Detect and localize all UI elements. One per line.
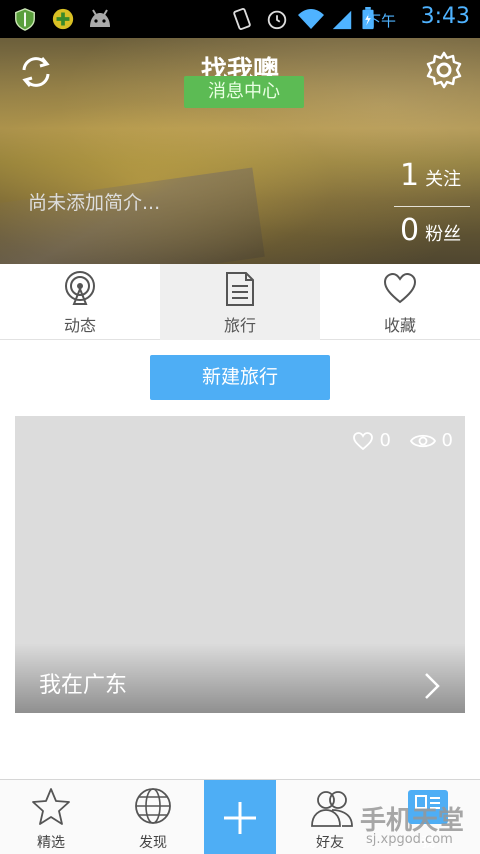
- signal-icon: [332, 10, 352, 30]
- tab-favorites-label: 收藏: [383, 316, 416, 335]
- friends-icon: [311, 791, 353, 827]
- wifi-icon: [298, 9, 324, 29]
- like-count-value: 0: [379, 430, 391, 451]
- following-count: 1: [400, 158, 420, 193]
- status-time: 3:43: [420, 4, 470, 29]
- eye-icon: [409, 434, 436, 447]
- bio-text[interactable]: 尚未添加简介...: [28, 188, 160, 215]
- plus-app-icon: [52, 8, 74, 30]
- profile-header: 找我噢 消息中心 尚未添加简介... 1 关注 0 粉丝: [0, 38, 480, 264]
- stats-divider: [394, 206, 470, 207]
- trip-title: 我在广东: [39, 673, 128, 698]
- broadcast-icon: [65, 271, 95, 305]
- shield-icon: [15, 8, 35, 31]
- heart-icon: [383, 272, 417, 304]
- follow-stats: 1 关注 0 粉丝: [394, 158, 470, 259]
- watermark-url: sj.xpgod.com: [366, 832, 453, 847]
- view-count-value: 0: [441, 430, 453, 451]
- tab-trips[interactable]: 旅行: [160, 264, 320, 340]
- nav-add-button[interactable]: [204, 780, 276, 854]
- following-label: 关注: [425, 169, 462, 190]
- heart-outline-icon: [352, 431, 373, 450]
- nav-featured-label: 精选: [37, 835, 65, 851]
- chevron-right-icon[interactable]: [423, 671, 441, 701]
- following-stat[interactable]: 1 关注: [394, 158, 470, 204]
- view-count: 0: [409, 430, 453, 451]
- followers-label: 粉丝: [425, 224, 462, 245]
- like-count[interactable]: 0: [352, 430, 391, 451]
- new-trip-button[interactable]: 新建旅行: [150, 355, 330, 400]
- status-bar: 下午 3:43: [0, 0, 480, 38]
- profile-tabs: 动态 旅行 收藏: [0, 264, 480, 340]
- trip-card[interactable]: 0 0 我在广东: [15, 416, 465, 713]
- document-icon: [226, 272, 254, 306]
- message-center-button[interactable]: 消息中心: [184, 76, 304, 108]
- followers-stat[interactable]: 0 粉丝: [394, 213, 470, 259]
- tab-activity-label: 动态: [63, 316, 96, 335]
- nav-discover-label: 发现: [139, 835, 167, 851]
- status-ampm: 下午: [365, 12, 396, 30]
- globe-icon: [135, 788, 171, 824]
- nav-featured[interactable]: 精选: [1, 780, 101, 854]
- vibrate-icon: [233, 8, 251, 30]
- followers-count: 0: [400, 213, 420, 248]
- nav-discover[interactable]: 发现: [103, 780, 203, 854]
- tab-favorites[interactable]: 收藏: [320, 264, 480, 340]
- star-icon: [32, 788, 70, 825]
- gear-icon[interactable]: [424, 50, 464, 90]
- alarm-icon: [267, 10, 287, 30]
- android-icon: [90, 9, 110, 27]
- tab-activity[interactable]: 动态: [0, 264, 160, 340]
- tab-trips-label: 旅行: [223, 316, 256, 335]
- plus-icon: [224, 802, 256, 834]
